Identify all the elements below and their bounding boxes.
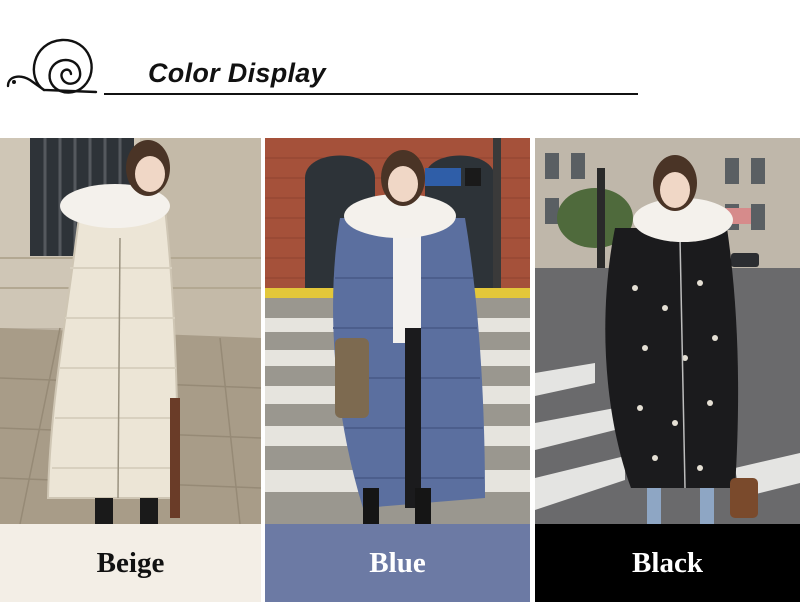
color-swatch-black[interactable]: Black: [535, 524, 800, 602]
snail-icon: [6, 38, 98, 94]
product-photo-beige: [0, 138, 261, 524]
color-label-beige: Beige: [96, 546, 165, 579]
product-photo-black: [535, 138, 800, 524]
title-underline: [104, 93, 638, 95]
color-label-blue: Blue: [369, 546, 426, 579]
color-swatch-beige[interactable]: Beige: [0, 524, 261, 602]
product-photo-blue: [265, 138, 530, 524]
color-label-black: Black: [632, 546, 703, 579]
color-swatch-blue[interactable]: Blue: [265, 524, 530, 602]
section-header: Color Display: [0, 0, 800, 130]
section-title: Color Display: [148, 58, 326, 88]
